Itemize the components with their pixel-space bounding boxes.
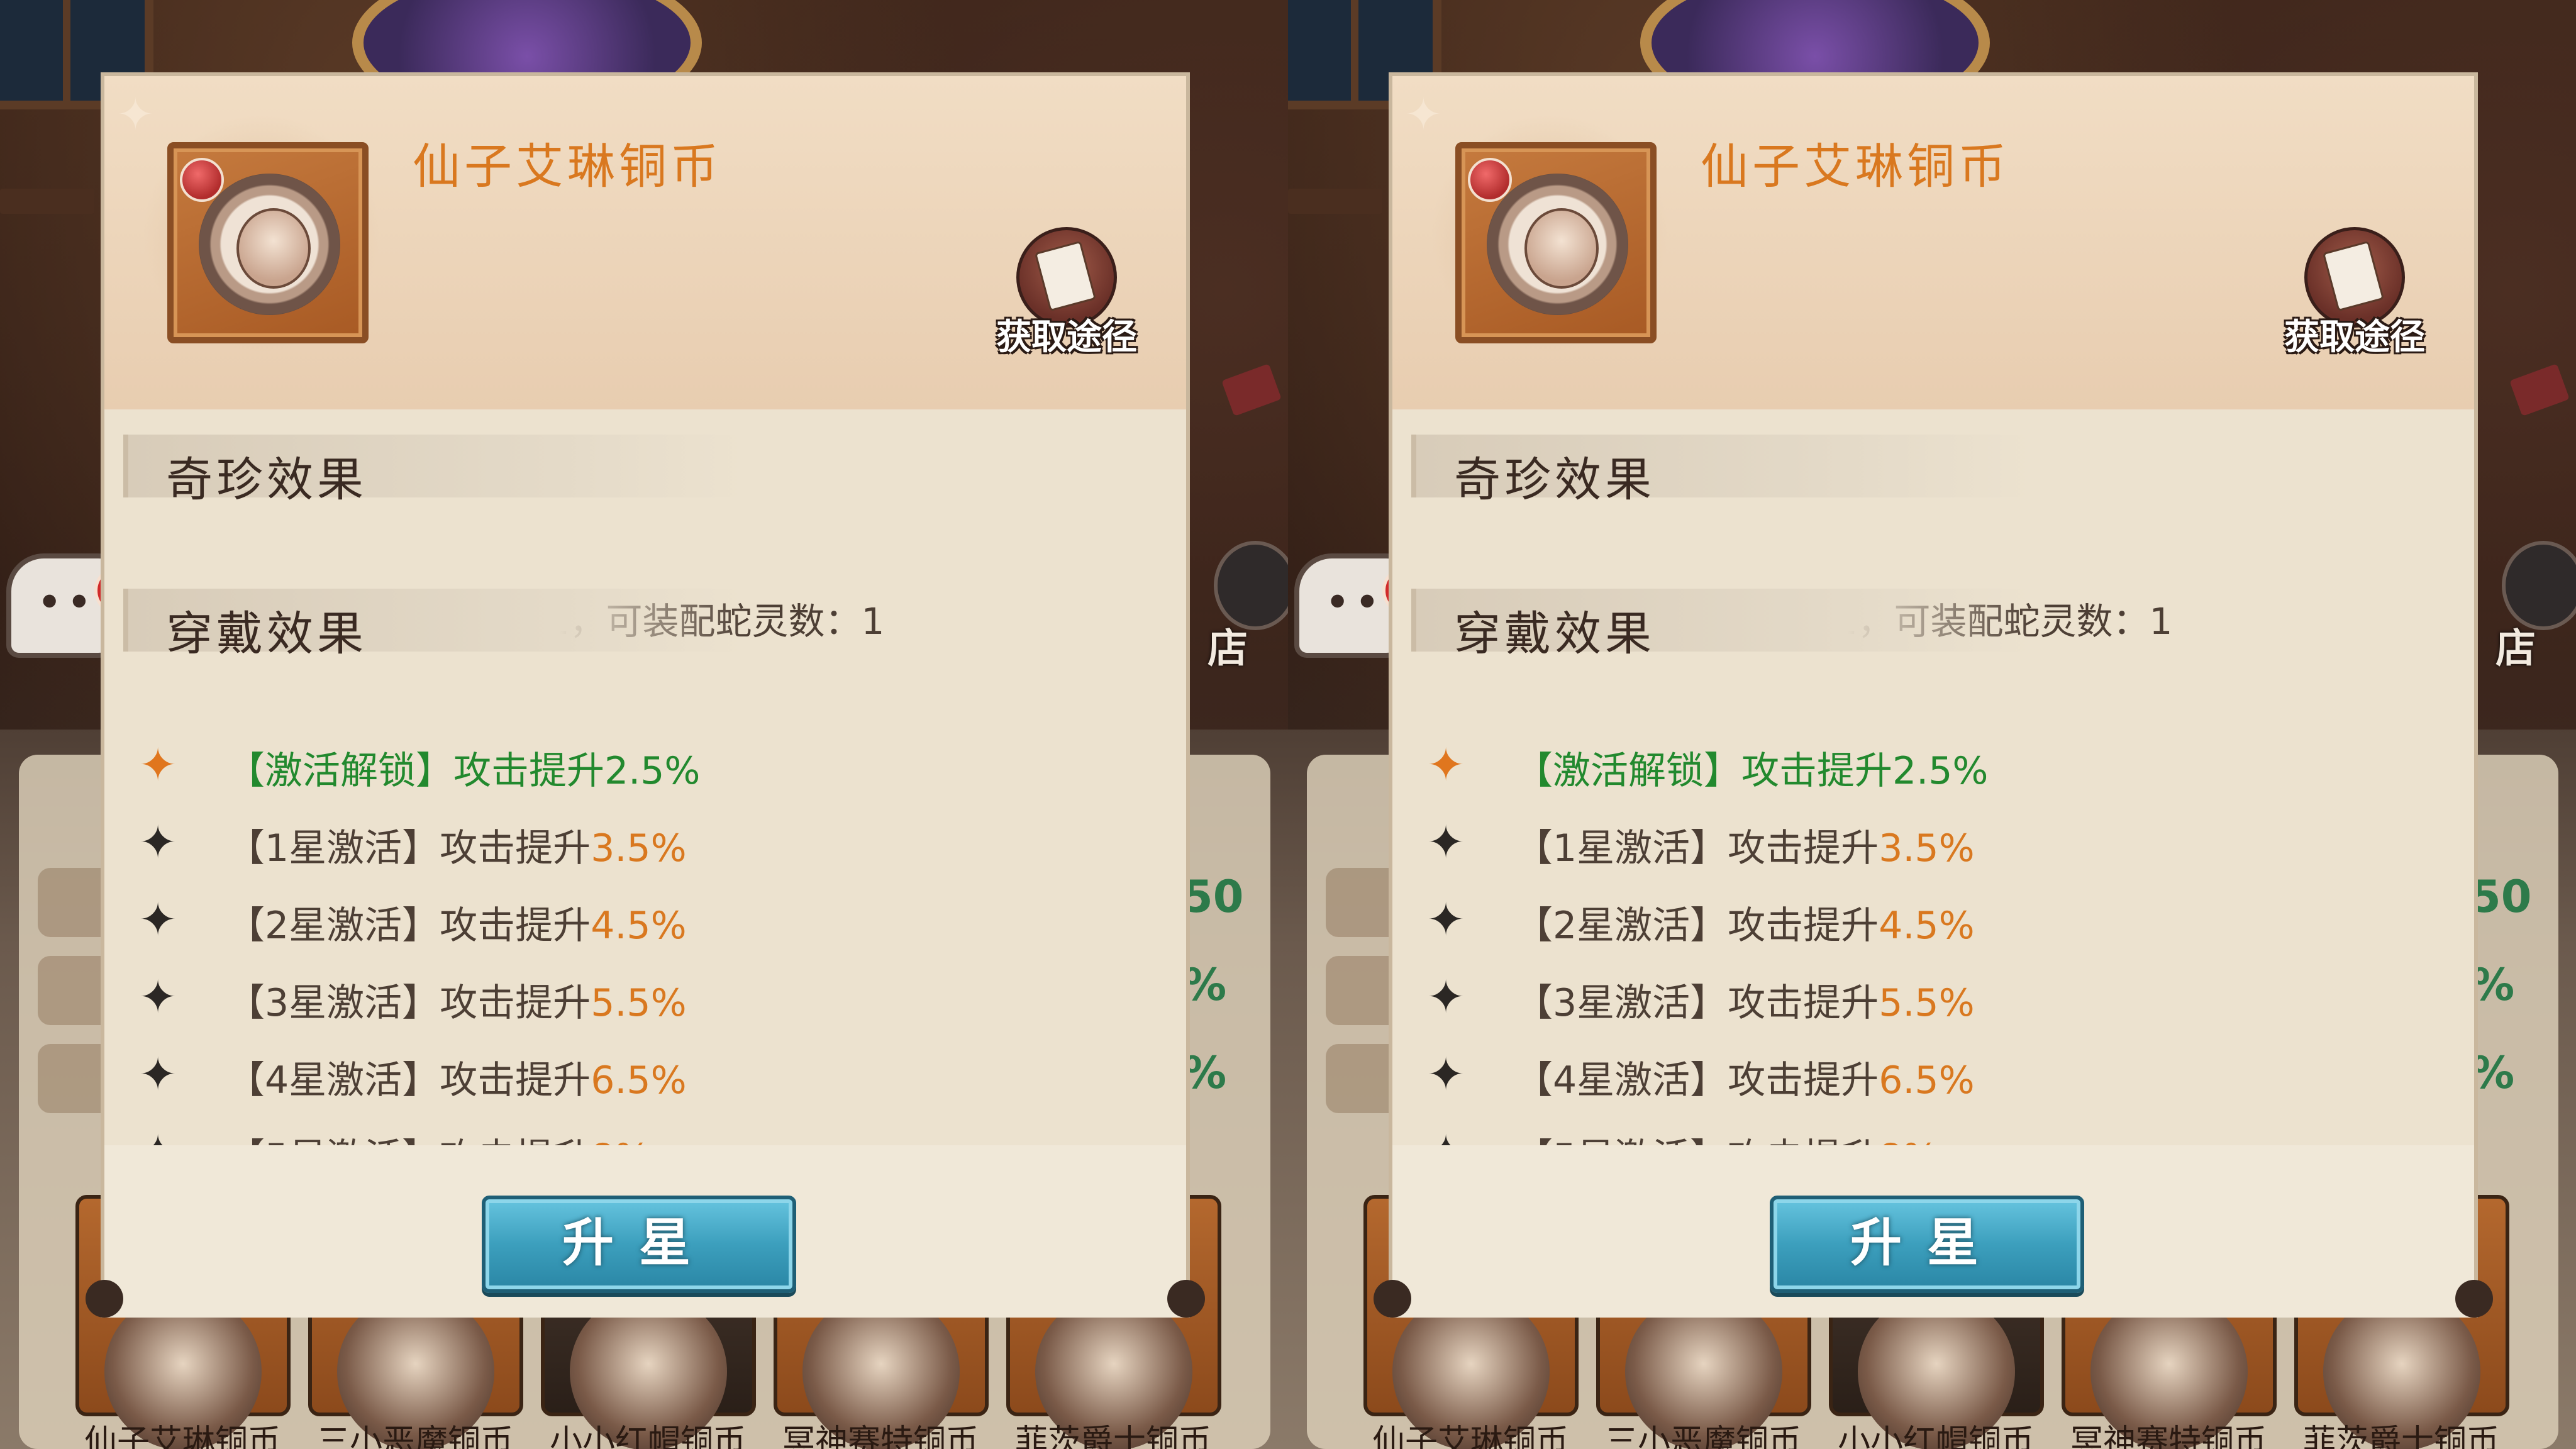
corner-ornament [86, 1280, 123, 1318]
effect-value: 4.5% [1879, 904, 1975, 948]
obtain-source-button[interactable]: 获取途径 [2267, 227, 2425, 358]
item-title: 仙子艾琳铜币 [413, 138, 722, 194]
coin-card-name: 冥神赛特铜币 [2070, 1423, 2267, 1449]
coin-card-name: 菲茨爵士铜币 [1014, 1423, 1211, 1449]
shop-button[interactable]: 店 [1208, 541, 1288, 672]
panel-left: 50 % % 仙子艾琳铜币 三小恶魔铜币 小小红帽铜币 冥神赛特铜币 菲茨爵士铜… [0, 0, 1288, 1449]
effect-label: 【激活解锁】攻击提升 [1515, 749, 1892, 793]
obtain-source-label: 获取途径 [2284, 317, 2425, 358]
shop-label: 店 [2496, 626, 2536, 672]
upgrade-star-button[interactable]: 升星 [1770, 1196, 2084, 1293]
sparkle-icon: ✦ [1405, 89, 1442, 140]
list-item: ✦ 【1星激活】攻击提升3.5% [1424, 814, 2430, 883]
wear-effect-title: 穿戴效果 [166, 607, 367, 661]
coin-card-name: 仙子艾琳铜币 [1372, 1423, 1568, 1449]
wear-effect-title: 穿戴效果 [1454, 607, 1655, 661]
stat-value: 50 [1182, 871, 1244, 923]
list-item: ✦ 【4星激活】攻击提升6.5% [1424, 1046, 2430, 1115]
wear-effect-header: 穿戴效果 [1411, 589, 2033, 661]
corner-ornament [1374, 1280, 1411, 1318]
sparkle-icon: ✦ [117, 89, 154, 140]
star-inactive-icon: ✦ [138, 1048, 177, 1101]
shop-label: 店 [1208, 626, 1248, 672]
treasure-effect-title: 奇珍效果 [1454, 453, 1655, 507]
obtain-source-label: 获取途径 [996, 317, 1137, 358]
effect-value: 3.5% [1879, 826, 1975, 870]
corner-ornament [1167, 1280, 1205, 1318]
coin-card-name: 冥神赛特铜币 [782, 1423, 979, 1449]
fairy-portrait-icon [1524, 208, 1599, 289]
item-detail-dialog: ✦ 仙子艾琳铜币 获取途径 奇珍效果 【激活解锁】奇珍等级+1，可装配蛇灵数：1… [86, 72, 1205, 1318]
effect-value: 6.5% [591, 1058, 687, 1102]
list-item: ✦ 【3星激活】攻击提升5.5% [136, 969, 1142, 1038]
background-shelf [1288, 189, 1382, 214]
background-shelf [0, 189, 94, 214]
effect-value: 3.5% [591, 826, 687, 870]
coin-icon [1487, 174, 1628, 315]
stat-value: 50 [2470, 871, 2532, 923]
list-item: ✦ 【4星激活】攻击提升6.5% [136, 1046, 1142, 1115]
item-title: 仙子艾琳铜币 [1701, 138, 2010, 194]
effect-value: 4.5% [591, 904, 687, 948]
effect-label: 【4星激活】攻击提升 [1515, 1058, 1879, 1102]
effect-label: 【2星激活】攻击提升 [1515, 904, 1879, 948]
effect-value: 5.5% [591, 981, 687, 1025]
star-inactive-icon: ✦ [1426, 970, 1465, 1023]
effect-label: 【激活解锁】攻击提升 [227, 749, 604, 793]
coin-icon [199, 174, 340, 315]
item-detail-dialog: ✦ 仙子艾琳铜币 获取途径 奇珍效果 【激活解锁】奇珍等级+1，可装配蛇灵数：1… [1374, 72, 2493, 1318]
effect-value: 5.5% [1879, 981, 1975, 1025]
effect-label: 【1星激活】攻击提升 [1515, 826, 1879, 870]
effect-label: 【4星激活】攻击提升 [227, 1058, 591, 1102]
star-inactive-icon: ✦ [138, 970, 177, 1023]
list-item: ✦ 【1星激活】攻击提升3.5% [136, 814, 1142, 883]
item-icon-frame [1455, 142, 1657, 343]
star-inactive-icon: ✦ [1426, 1048, 1465, 1101]
star-active-icon: ✦ [138, 738, 177, 791]
item-icon-frame [167, 142, 369, 343]
treasure-effect-header: 奇珍效果 [123, 435, 745, 507]
wear-effect-header: 穿戴效果 [123, 589, 745, 661]
coin-card-name: 小小红帽铜币 [549, 1423, 746, 1449]
shop-button[interactable]: 店 [2496, 541, 2576, 672]
list-item: ✦ 【激活解锁】攻击提升2.5% [136, 736, 1142, 806]
list-item: ✦ 【2星激活】攻击提升4.5% [136, 891, 1142, 960]
effect-label: 【2星激活】攻击提升 [227, 904, 591, 948]
red-gem-icon [1468, 158, 1512, 202]
list-item: ✦ 【3星激活】攻击提升5.5% [1424, 969, 2430, 1038]
effect-value: 6.5% [1879, 1058, 1975, 1102]
treasure-effect-title: 奇珍效果 [166, 453, 367, 507]
list-item: ✦ 【激活解锁】攻击提升2.5% [1424, 736, 2430, 806]
star-inactive-icon: ✦ [138, 893, 177, 946]
star-inactive-icon: ✦ [1426, 893, 1465, 946]
obtain-source-button[interactable]: 获取途径 [979, 227, 1137, 358]
effect-label: 【3星激活】攻击提升 [1515, 981, 1879, 1025]
list-item: ✦ 【2星激活】攻击提升4.5% [1424, 891, 2430, 960]
upgrade-star-button[interactable]: 升星 [482, 1196, 796, 1293]
panel-right: 50 % % 仙子艾琳铜币 三小恶魔铜币 小小红帽铜币 冥神赛特铜币 菲茨爵士铜… [1288, 0, 2576, 1449]
red-gem-icon [180, 158, 224, 202]
effect-label: 【1星激活】攻击提升 [227, 826, 591, 870]
effect-label: 【3星激活】攻击提升 [227, 981, 591, 1025]
coin-card-name: 仙子艾琳铜币 [84, 1423, 280, 1449]
star-inactive-icon: ✦ [1426, 816, 1465, 869]
effect-value: 2.5% [1892, 749, 1989, 793]
treasure-effect-header: 奇珍效果 [1411, 435, 2033, 507]
coin-card-name: 小小红帽铜币 [1837, 1423, 2034, 1449]
fairy-portrait-icon [236, 208, 311, 289]
coin-card-name: 三小恶魔铜币 [316, 1423, 513, 1449]
coin-card-name: 三小恶魔铜币 [1604, 1423, 1801, 1449]
corner-ornament [2455, 1280, 2493, 1318]
effect-value: 2.5% [604, 749, 701, 793]
coin-card-name: 菲茨爵士铜币 [2302, 1423, 2499, 1449]
star-inactive-icon: ✦ [138, 816, 177, 869]
star-active-icon: ✦ [1426, 738, 1465, 791]
